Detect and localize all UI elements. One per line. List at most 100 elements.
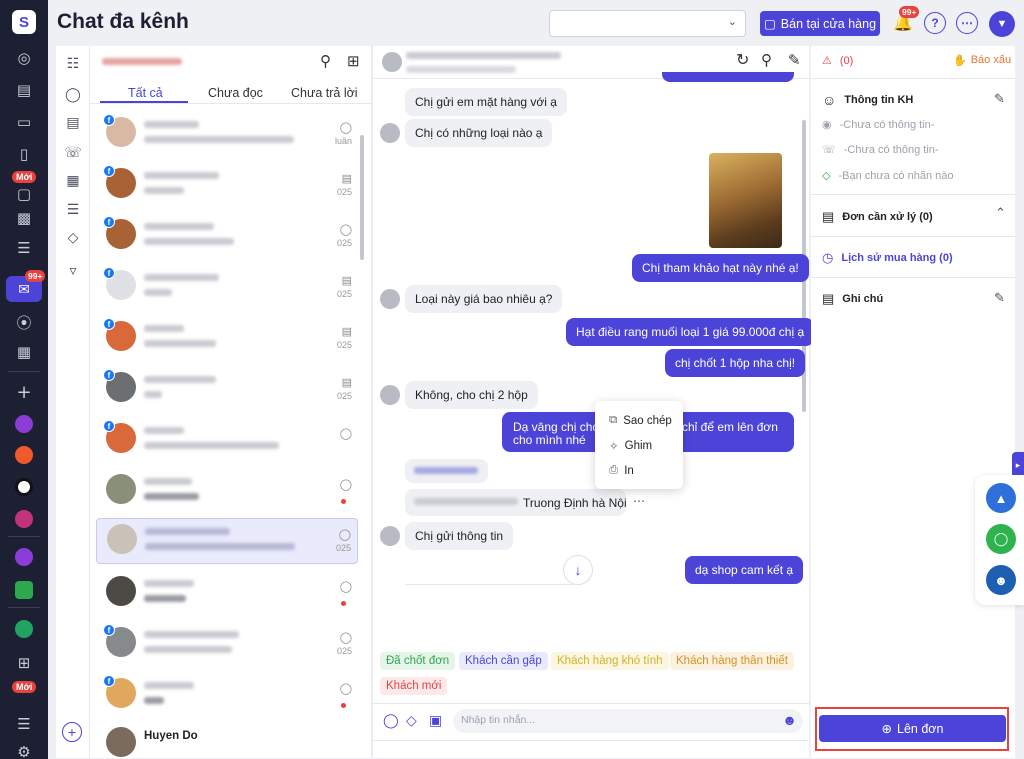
menu-icon[interactable]: ☰ (12, 712, 36, 736)
list-scrollbar[interactable] (360, 135, 364, 260)
emoji-icon[interactable]: ☻ (782, 712, 797, 728)
document-icon[interactable]: ▭ (12, 110, 36, 134)
sliders-icon[interactable]: ☷ (62, 53, 84, 75)
search-icon[interactable]: ⚲ (320, 52, 331, 70)
add-icon[interactable]: + (12, 380, 36, 404)
contact-name: Huyen Do (144, 730, 198, 742)
more-icon[interactable]: ⋯ (956, 12, 978, 34)
message-outgoing[interactable]: Hạt điều rang muối loại 1 giá 99.000đ ch… (566, 318, 815, 346)
tag-closed-order[interactable]: Đã chốt đơn (380, 652, 456, 670)
settings-icon[interactable]: ⚙ (12, 740, 36, 759)
support-chat-icon[interactable]: ◯ (986, 524, 1016, 554)
pending-orders-header[interactable]: ▤ Đơn cần xử lý (0) (822, 209, 933, 225)
app-logo[interactable]: S (12, 10, 36, 34)
quick-reply-icon[interactable]: ◯ (383, 712, 399, 729)
ads-icon[interactable]: ▦ (62, 170, 84, 192)
phone-icon[interactable]: ☏ (62, 142, 84, 164)
message-icon: ▤ (341, 173, 352, 185)
store-sale-button[interactable]: ▢ Bán tại cửa hàng (760, 11, 880, 36)
message-outgoing[interactable]: chị chốt 1 hộp nha chị! (665, 349, 806, 377)
image-icon[interactable]: ▣ (429, 712, 442, 729)
megaphone-icon[interactable]: ▲ (986, 483, 1016, 513)
message-more-icon[interactable]: ⋯ (633, 494, 645, 508)
message-input[interactable]: Nhập tin nhắn... ☻ (453, 709, 803, 733)
edit-icon[interactable]: ✎ (994, 91, 1005, 107)
tiktok-icon[interactable] (15, 478, 33, 496)
message-outgoing[interactable]: dạ shop cam kết ạ (685, 556, 804, 584)
lazada-icon[interactable] (15, 510, 33, 528)
message-incoming[interactable]: Chị có những loại nào ạ (405, 119, 553, 147)
list-item[interactable]: f ▤ 025 (96, 367, 358, 415)
tag-new[interactable]: Khách mới (380, 677, 448, 695)
tab-all[interactable]: Tất cả (128, 86, 163, 100)
tag-difficult[interactable]: Khách hàng khó tính (551, 652, 669, 670)
grid-add-icon[interactable]: ⊞ (12, 651, 36, 675)
create-order-button[interactable]: ⊕ Lên đơn (819, 715, 1006, 742)
chat-bubble-icon[interactable]: ◯ (62, 84, 84, 106)
message-incoming[interactable]: Loại này giá bao nhiêu ạ? (405, 285, 563, 313)
list-item[interactable]: f ◯ luần (96, 112, 358, 160)
tag-icon[interactable]: ◇ (406, 712, 417, 729)
shopee-icon[interactable] (15, 446, 33, 464)
chevron-up-icon[interactable]: ⌃ (995, 205, 1006, 221)
pin-menu-item[interactable]: ✧ Ghim (609, 439, 652, 453)
list-item[interactable]: f ▤ 025 (96, 163, 358, 211)
list-item[interactable]: f ▤ 025 (96, 316, 358, 364)
list-item[interactable]: f ◯ 025 (96, 214, 358, 262)
list-item[interactable]: f ◯ (96, 418, 358, 466)
print-menu-item[interactable]: ⎙ In (609, 464, 634, 477)
analytics-app-icon[interactable] (15, 620, 33, 638)
account-menu[interactable]: ▼ (989, 11, 1015, 37)
message-incoming[interactable]: Không, cho chị 2 hộp (405, 381, 538, 409)
tag-icon[interactable]: ◇ (62, 227, 84, 249)
compass-icon[interactable]: ◎ (12, 46, 36, 70)
shop-app-icon[interactable] (15, 415, 33, 433)
message-incoming[interactable]: Chị gửi em mặt hàng với ạ (405, 88, 567, 116)
list-icon[interactable]: ☰ (62, 199, 84, 221)
page-filter-select[interactable] (102, 58, 182, 65)
scroll-down-button[interactable]: ↓ (563, 555, 593, 585)
list-item[interactable]: ◯ (96, 571, 358, 619)
report-label: Báo xấu (970, 54, 1012, 66)
list-item[interactable]: Huyen Do (96, 722, 358, 757)
help-icon[interactable]: ? (924, 12, 946, 34)
tab-unanswered[interactable]: Chưa trả lời (291, 86, 358, 100)
box-icon[interactable]: ▢ (12, 182, 36, 206)
list-item[interactable]: f ▤ 025 (96, 265, 358, 313)
product-image[interactable] (709, 153, 782, 248)
ads-icon[interactable]: ▦ (12, 340, 36, 364)
label-add-icon[interactable]: ◇ (822, 169, 830, 182)
chart-icon[interactable]: ▩ (12, 206, 36, 230)
history-icon: ◷ (822, 250, 834, 265)
filter-off-icon[interactable]: ▿ (62, 260, 84, 282)
message-incoming[interactable]: Chị gửi thông tin (405, 522, 514, 550)
receipt-icon[interactable]: ▤ (12, 78, 36, 102)
integration-icon[interactable] (15, 548, 33, 566)
list-icon[interactable]: ☰ (12, 236, 36, 260)
tag-urgent[interactable]: Khách cần gấp (459, 652, 548, 670)
channel-select[interactable]: ⌄ (549, 10, 746, 37)
tag-loyal[interactable]: Khách hàng thân thiết (670, 652, 794, 670)
list-item[interactable]: ◯ (96, 469, 358, 517)
cart-app-icon[interactable] (15, 581, 33, 599)
list-item-selected[interactable]: ◯ 025 (96, 518, 358, 564)
list-item[interactable]: f ◯ (96, 673, 358, 721)
list-item[interactable]: f ◯ 025 (96, 622, 358, 670)
chat-count-badge: 99+ (25, 270, 46, 282)
refresh-icon[interactable]: ↻ (736, 50, 749, 70)
tab-unread[interactable]: Chưa đọc (208, 86, 263, 100)
book-icon[interactable]: ▯ (12, 142, 36, 166)
note-edit-icon[interactable]: ✎ (788, 51, 801, 69)
purchase-history-link[interactable]: ◷ Lịch sử mua hàng (0) (822, 250, 953, 266)
comment-icon[interactable]: ▤ (62, 112, 84, 134)
broadcast-icon[interactable]: ⦿ (12, 310, 36, 334)
grid-icon[interactable]: ⊞ (347, 52, 360, 70)
avatar (107, 524, 137, 554)
copy-menu-item[interactable]: ⧉ Sao chép (609, 414, 672, 427)
message-outgoing[interactable]: Chị tham khảo hạt này nhé ạ! (632, 254, 809, 282)
search-icon[interactable]: ⚲ (761, 51, 772, 69)
bot-icon[interactable]: ☻ (986, 565, 1016, 595)
report-button[interactable]: ✋ Báo xấu (953, 54, 1011, 67)
add-filter-button[interactable]: + (62, 722, 82, 742)
edit-note-icon[interactable]: ✎ (994, 290, 1005, 306)
